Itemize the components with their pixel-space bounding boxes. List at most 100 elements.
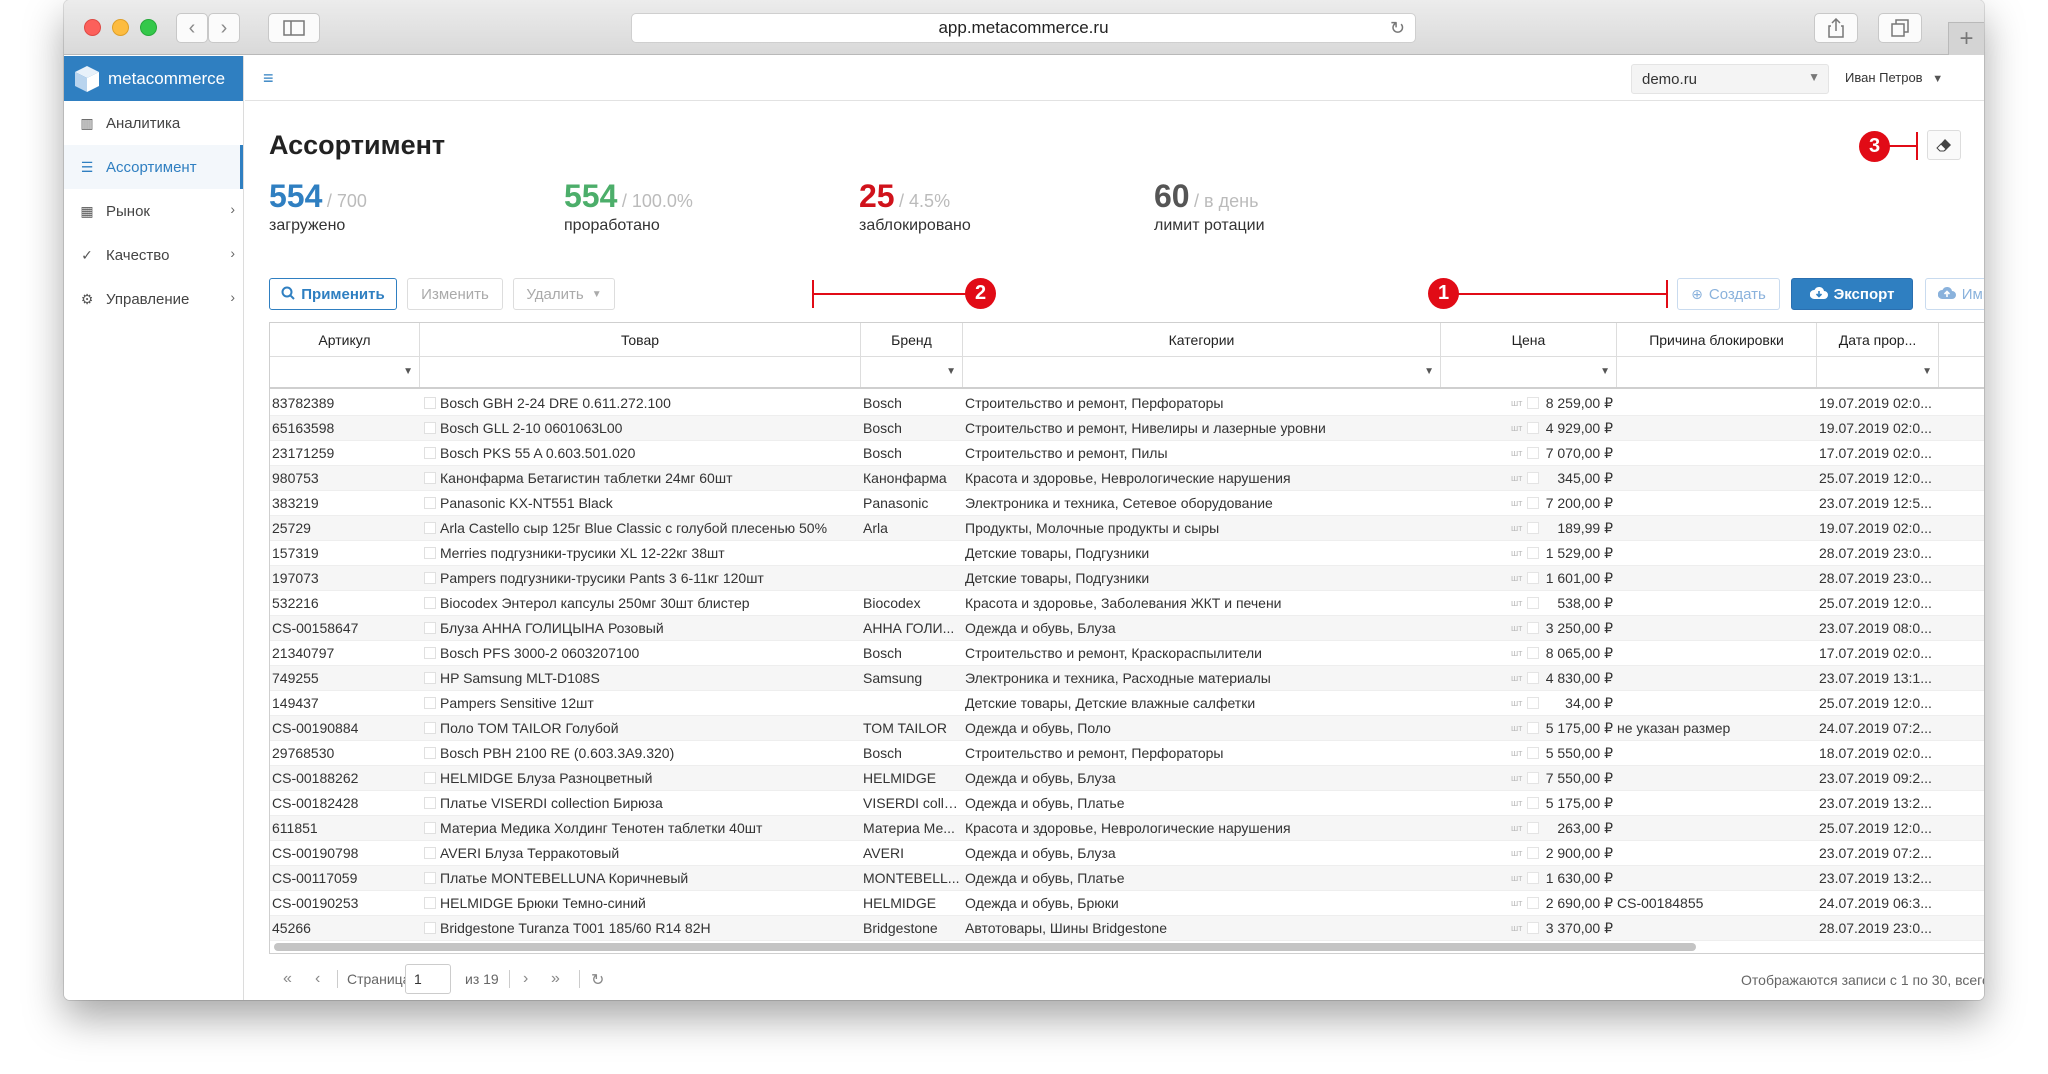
app-logo[interactable]: metacommerce bbox=[64, 56, 243, 101]
unit-box bbox=[1527, 547, 1539, 559]
filter-caret-icon[interactable]: ▼ bbox=[1424, 366, 1434, 377]
row-checkbox[interactable] bbox=[424, 672, 436, 684]
row-checkbox[interactable] bbox=[424, 622, 436, 634]
filter-caret-icon[interactable]: ▼ bbox=[1922, 366, 1932, 377]
column-header-brand[interactable]: Бренд bbox=[861, 323, 963, 356]
table-row[interactable]: 23171259 Bosch PKS 55 A 0.603.501.020 Bosc… bbox=[270, 441, 1984, 466]
import-button[interactable]: Импорт bbox=[1925, 278, 1984, 310]
table-row[interactable]: 383219 Panasonic KX-NT551 Black Panasonic Э… bbox=[270, 491, 1984, 516]
row-checkbox[interactable] bbox=[424, 847, 436, 859]
clear-filters-button[interactable] bbox=[1927, 130, 1961, 160]
sidebar-item[interactable]: ▦ Рынок › bbox=[64, 189, 243, 233]
filter-caret-icon[interactable]: ▼ bbox=[1600, 366, 1610, 377]
row-checkbox[interactable] bbox=[424, 872, 436, 884]
row-checkbox[interactable] bbox=[424, 772, 436, 784]
user-menu[interactable]: Иван Петров ▼ bbox=[1845, 70, 1943, 85]
table-row[interactable]: 149437 Pampers Sensitive 12шт Детские това… bbox=[270, 691, 1984, 716]
table-row[interactable]: 65163598 Bosch GLL 2-10 0601063L00 Bosch Ст… bbox=[270, 416, 1984, 441]
table-row[interactable]: 83782389 Bosch GBH 2-24 DRE 0.611.272.100… bbox=[270, 391, 1984, 416]
row-checkbox[interactable] bbox=[424, 797, 436, 809]
table-row[interactable]: 611851 Материа Медика Холдинг Тенотен таб… bbox=[270, 816, 1984, 841]
row-checkbox[interactable] bbox=[424, 522, 436, 534]
row-checkbox[interactable] bbox=[424, 722, 436, 734]
filter-date[interactable]: ▼ bbox=[1817, 357, 1939, 387]
list-icon: ☰ bbox=[80, 158, 94, 175]
row-checkbox[interactable] bbox=[424, 472, 436, 484]
back-button[interactable]: ‹ bbox=[176, 13, 208, 43]
forward-button[interactable]: › bbox=[208, 13, 240, 43]
row-checkbox[interactable] bbox=[424, 397, 436, 409]
reload-icon[interactable]: ↻ bbox=[1390, 18, 1405, 39]
row-checkbox[interactable] bbox=[424, 647, 436, 659]
table-row[interactable]: CS-00190253 HELMIDGE Брюки Темно-синий HEL… bbox=[270, 891, 1984, 916]
minimize-window-button[interactable] bbox=[112, 19, 129, 36]
table-row[interactable]: 980753 Канонфарма Бетагистин таблетки 24м… bbox=[270, 466, 1984, 491]
row-checkbox[interactable] bbox=[424, 747, 436, 759]
sidebar-item[interactable]: ⚙ Управление › bbox=[64, 277, 243, 321]
filter-price[interactable]: ▼ bbox=[1441, 357, 1617, 387]
column-header-categories[interactable]: Категории bbox=[963, 323, 1441, 356]
table-row[interactable]: CS-00158647 Блуза АННА ГОЛИЦЫНА Розовый АН… bbox=[270, 616, 1984, 641]
sidebar-item[interactable]: ☰ Ассортимент bbox=[64, 145, 243, 189]
row-checkbox[interactable] bbox=[424, 422, 436, 434]
column-header-price[interactable]: Цена bbox=[1441, 323, 1617, 356]
filter-product[interactable] bbox=[420, 357, 861, 387]
page-number-input[interactable] bbox=[405, 964, 451, 994]
row-checkbox[interactable] bbox=[424, 822, 436, 834]
address-bar[interactable]: app.metacommerce.ru ↻ bbox=[631, 13, 1416, 43]
row-checkbox[interactable] bbox=[424, 922, 436, 934]
row-checkbox[interactable] bbox=[424, 597, 436, 609]
close-window-button[interactable] bbox=[84, 19, 101, 36]
row-checkbox[interactable] bbox=[424, 547, 436, 559]
table-row[interactable]: CS-00190884 Поло TOM TAILOR Голубой TOM TA… bbox=[270, 716, 1984, 741]
new-tab-button[interactable]: + bbox=[1948, 22, 1984, 55]
table-row[interactable]: 157319 Merries подгузники-трусики XL 12-2… bbox=[270, 541, 1984, 566]
table-row[interactable]: 197073 Pampers подгузники-трусики Pants 3… bbox=[270, 566, 1984, 591]
table-row[interactable]: 749255 HP Samsung MLT-D108S Samsung Электро… bbox=[270, 666, 1984, 691]
column-header-date[interactable]: Дата прор... bbox=[1817, 323, 1939, 356]
edit-button[interactable]: Изменить bbox=[407, 278, 503, 310]
filter-caret-icon[interactable]: ▼ bbox=[403, 366, 413, 377]
table-row[interactable]: CS-00117059 Платье MONTEBELLUNA Коричневы… bbox=[270, 866, 1984, 891]
site-selector[interactable]: demo.ru ▼ bbox=[1631, 64, 1829, 94]
filter-brand[interactable]: ▼ bbox=[861, 357, 963, 387]
filter-block-reason[interactable] bbox=[1617, 357, 1817, 387]
table-row[interactable]: 29768530 Bosch PBH 2100 RE (0.603.3A9.320… bbox=[270, 741, 1984, 766]
zoom-window-button[interactable] bbox=[140, 19, 157, 36]
last-page-icon[interactable]: » bbox=[551, 970, 560, 988]
filter-article[interactable]: ▼ bbox=[270, 357, 420, 387]
row-checkbox[interactable] bbox=[424, 447, 436, 459]
share-button[interactable] bbox=[1814, 13, 1858, 43]
column-header-block-reason[interactable]: Причина блокировки bbox=[1617, 323, 1817, 356]
filter-caret-icon[interactable]: ▼ bbox=[946, 366, 956, 377]
filter-categories[interactable]: ▼ bbox=[963, 357, 1441, 387]
hamburger-menu-icon[interactable]: ≡ bbox=[263, 68, 274, 89]
export-button[interactable]: Экспорт bbox=[1791, 278, 1913, 310]
sidebar-item[interactable]: ✓ Качество › bbox=[64, 233, 243, 277]
sidebar-item[interactable]: ▥ Аналитика bbox=[64, 101, 243, 145]
prev-page-icon[interactable]: ‹ bbox=[315, 970, 320, 988]
first-page-icon[interactable]: « bbox=[283, 970, 292, 988]
column-header-product[interactable]: Товар bbox=[420, 323, 861, 356]
delete-button[interactable]: Удалить ▼ bbox=[513, 278, 615, 310]
horizontal-scrollbar[interactable] bbox=[274, 943, 1696, 951]
table-row[interactable]: CS-00188262 HELMIDGE Блуза Разноцветный HE… bbox=[270, 766, 1984, 791]
row-checkbox[interactable] bbox=[424, 497, 436, 509]
create-button[interactable]: ⊕ Создать bbox=[1677, 278, 1780, 310]
row-checkbox[interactable] bbox=[424, 697, 436, 709]
next-page-icon[interactable]: › bbox=[523, 970, 528, 988]
table-row[interactable]: 21340797 Bosch PFS 3000-2 0603207100 Bosch… bbox=[270, 641, 1984, 666]
column-header-article[interactable]: Артикул bbox=[270, 323, 420, 356]
table-row[interactable]: CS-00182428 Платье VISERDI collection Бир… bbox=[270, 791, 1984, 816]
cell-block-reason: не указан размер bbox=[1617, 720, 1731, 736]
tabs-overview-button[interactable] bbox=[1878, 13, 1922, 43]
refresh-icon[interactable]: ↻ bbox=[591, 970, 604, 990]
apply-button[interactable]: Применить bbox=[269, 278, 397, 310]
row-checkbox[interactable] bbox=[424, 897, 436, 909]
table-row[interactable]: 25729 Arla Castello сыр 125г Blue Classic… bbox=[270, 516, 1984, 541]
sidebar-toggle-button[interactable] bbox=[268, 13, 320, 43]
row-checkbox[interactable] bbox=[424, 572, 436, 584]
table-row[interactable]: 532216 Biocodex Энтерол капсулы 250мг 30ш… bbox=[270, 591, 1984, 616]
table-row[interactable]: CS-00190798 AVERI Блуза Терракотовый AVERI… bbox=[270, 841, 1984, 866]
table-row[interactable]: 45266 Bridgestone Turanza T001 185/60 R14… bbox=[270, 916, 1984, 941]
